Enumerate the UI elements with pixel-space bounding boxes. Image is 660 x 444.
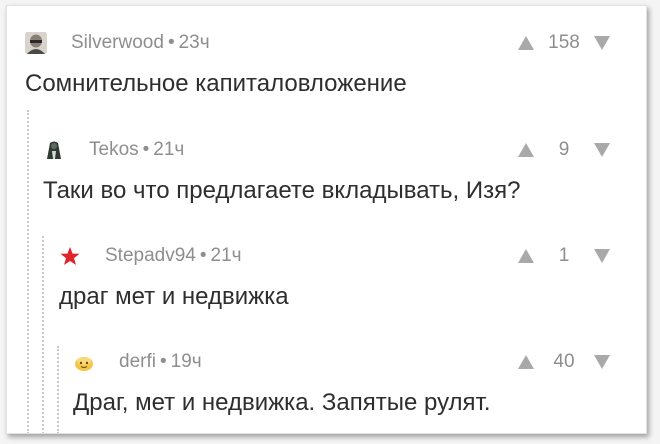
comment-3: Stepadv94 • 21ч 1 драг мет и недвижка [59,243,646,313]
author-name[interactable]: Tekos [89,139,139,161]
comment-meta: Silverwood • 23ч [25,30,210,56]
comment-rating: 40 [553,351,575,372]
author-name[interactable]: Stepadv94 [105,245,196,267]
comment-text: Таки во что предлагаете вкладывать, Изя? [43,177,521,204]
comment-time: 21ч [210,245,242,266]
comment-meta: Stepadv94 • 21ч [59,243,242,269]
comment-time: 21ч [153,139,185,160]
emoji-face-avatar[interactable] [73,351,95,373]
comment-text: Драг, мет и недвижка. Запятые рулят. [73,389,491,416]
thread-line-level-3 [57,346,59,433]
upvote-arrow-icon[interactable] [518,143,534,157]
downvote-arrow-icon[interactable] [594,355,610,369]
vote-controls: 40 [518,349,610,375]
separator-dot: • [199,245,207,266]
thread-line-level-1 [27,110,29,433]
comment-2: Tekos • 21ч 9 Таки во что предлагаете вк… [43,137,646,207]
comment-time: 19ч [170,351,202,372]
comment-time: 23ч [178,32,210,53]
downvote-arrow-icon[interactable] [594,36,610,50]
comment-thread-card: Silverwood • 23ч 158 Сомнительное капита… [6,5,647,434]
comment-rating: 9 [558,139,570,160]
comment-1: Silverwood • 23ч 158 Сомнительное капита… [25,30,646,100]
comment-rating: 1 [558,245,570,266]
red-star-icon[interactable] [59,245,81,267]
vote-controls: 1 [518,243,610,269]
vote-controls: 158 [518,30,610,56]
comment-text: драг мет и недвижка [59,283,289,310]
downvote-arrow-icon[interactable] [594,143,610,157]
vote-controls: 9 [518,137,610,163]
upvote-arrow-icon[interactable] [518,36,534,50]
thread-line-level-2 [42,236,44,433]
author-name[interactable]: Silverwood [71,32,164,54]
comment-4: derfi • 19ч 40 Драг, мет и недвижка. Зап… [73,349,646,419]
author-name[interactable]: derfi [119,351,156,373]
separator-dot: • [142,139,150,160]
comment-meta: Tekos • 21ч [43,137,184,163]
upvote-arrow-icon[interactable] [518,249,534,263]
separator-dot: • [167,32,175,53]
photo-avatar[interactable] [25,32,47,54]
downvote-arrow-icon[interactable] [594,249,610,263]
dark-figure-avatar[interactable] [43,139,65,161]
comment-rating: 158 [548,32,580,53]
separator-dot: • [159,351,167,372]
upvote-arrow-icon[interactable] [518,355,534,369]
comment-text: Сомнительное капиталовложение [25,70,407,97]
comment-meta: derfi • 19ч [73,349,202,375]
